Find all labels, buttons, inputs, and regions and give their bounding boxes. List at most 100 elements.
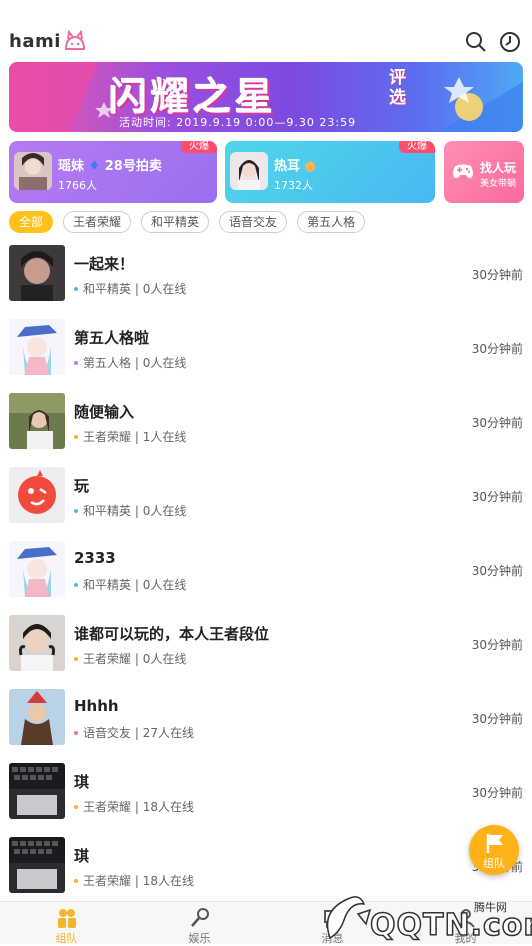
room-online: 1人在线 — [142, 430, 187, 444]
avatar — [9, 615, 65, 671]
card-label: 找人玩 — [480, 161, 517, 175]
hot-badge: 火爆 — [399, 141, 435, 153]
room-list: 一起来！ 和平精英 | 0人在线 30分钟前 第五人格啦 第五人格 | 0人在线… — [0, 244, 532, 910]
avatar — [9, 393, 65, 449]
list-item[interactable]: 一起来！ 和平精英 | 0人在线 30分钟前 — [0, 244, 532, 318]
list-item[interactable]: 2333 和平精英 | 0人在线 30分钟前 — [0, 540, 532, 614]
room-time: 30分钟前 — [471, 564, 523, 578]
clock-icon[interactable] — [499, 31, 521, 53]
game-dot — [74, 360, 78, 365]
find-player-card[interactable]: 找人玩 美女带躺 — [444, 141, 524, 203]
room-title: 琪 — [74, 847, 90, 865]
room-game: 王者荣耀 — [83, 874, 132, 888]
room-online: 0人在线 — [142, 504, 187, 518]
room-online: 0人在线 — [142, 356, 187, 370]
card-name: 热耳 — [274, 159, 301, 174]
room-meta: 王者荣耀 | 1人在线 — [74, 428, 186, 445]
avatar — [9, 245, 65, 301]
list-item[interactable]: 谁都可以玩的，本人王者段位 王者荣耀 | 0人在线 30分钟前 — [0, 614, 532, 688]
flag-icon — [486, 834, 503, 853]
game-dot — [74, 286, 78, 291]
room-meta: 和平精英 | 0人在线 — [74, 576, 186, 593]
game-dot — [74, 656, 78, 661]
game-filter-bar: 全部 王者荣耀 和平精英 语音交友 第五人格 — [9, 211, 366, 234]
game-dot — [74, 582, 78, 587]
avatar — [14, 152, 52, 190]
avatar — [230, 152, 268, 190]
game-dot — [74, 804, 78, 809]
filter-chip-voice[interactable]: 语音交友 — [219, 211, 288, 233]
tab-entertainment[interactable]: 娱乐 — [133, 902, 266, 945]
game-dot — [74, 434, 78, 439]
room-game: 语音交友 — [83, 726, 132, 740]
room-online: 0人在线 — [142, 652, 187, 666]
game-dot — [74, 730, 78, 735]
room-meta: 王者荣耀 | 0人在线 — [74, 650, 186, 667]
room-meta: 王者荣耀 | 18人在线 — [74, 798, 194, 815]
filter-chip-diwu[interactable]: 第五人格 — [297, 211, 366, 233]
list-item[interactable]: 玩 和平精英 | 0人在线 30分钟前 — [0, 466, 532, 540]
filter-chip-all[interactable]: 全部 — [9, 211, 54, 233]
room-game: 王者荣耀 — [83, 652, 132, 666]
create-team-button[interactable]: 组队 — [469, 825, 519, 875]
room-game: 和平精英 — [83, 504, 132, 518]
banner-time: 活动时间: 2019.9.19 0:00—9.30 23:59 — [119, 116, 357, 129]
app-logo: hami — [9, 30, 87, 52]
banner-title: 闪耀之星 — [109, 74, 278, 119]
avatar — [9, 541, 65, 597]
tab-team[interactable]: 组队 — [0, 902, 133, 945]
room-meta: 第五人格 | 0人在线 — [74, 354, 186, 371]
room-title: 玩 — [74, 477, 90, 495]
flame-icon: ♦ — [88, 159, 101, 174]
card-sublabel: 美女带躺 — [480, 179, 517, 189]
cat-logo-icon — [64, 30, 85, 50]
room-online: 0人在线 — [142, 578, 187, 592]
list-item[interactable]: 琪 王者荣耀 | 18人在线 30分钟前 — [0, 762, 532, 836]
room-time: 30分钟前 — [471, 490, 523, 504]
avatar — [9, 763, 65, 819]
card-title: 热耳 ● — [274, 155, 316, 174]
room-title: 第五人格啦 — [74, 329, 150, 347]
room-meta: 语音交友 | 27人在线 — [74, 724, 194, 741]
feature-card-reer[interactable]: 热耳 ● 1732人 火爆 — [225, 141, 435, 203]
top-bar: hami — [0, 0, 532, 60]
banner-subtitle: 评选 — [389, 68, 406, 108]
room-online: 18人在线 — [142, 800, 194, 814]
list-item[interactable]: Hhhh 语音交友 | 27人在线 30分钟前 — [0, 688, 532, 762]
room-time: 30分钟前 — [471, 342, 523, 356]
room-online: 27人在线 — [142, 726, 194, 740]
team-icon — [58, 909, 76, 928]
room-meta: 王者荣耀 | 18人在线 — [74, 872, 194, 889]
room-title: 随便输入 — [74, 403, 135, 421]
microphone-icon — [191, 908, 209, 927]
room-online: 0人在线 — [142, 282, 187, 296]
avatar — [9, 467, 65, 523]
room-meta: 和平精英 | 0人在线 — [74, 502, 186, 519]
avatar — [9, 837, 65, 893]
search-icon[interactable] — [465, 31, 487, 53]
filter-chip-hpjy[interactable]: 和平精英 — [141, 211, 210, 233]
filter-chip-wzry[interactable]: 王者荣耀 — [63, 211, 132, 233]
room-time: 30分钟前 — [471, 786, 523, 800]
card-tag: 28号拍卖 — [104, 159, 162, 174]
room-meta: 和平精英 | 0人在线 — [74, 280, 186, 297]
list-item[interactable]: 第五人格啦 第五人格 | 0人在线 30分钟前 — [0, 318, 532, 392]
card-count: 1766人 — [58, 179, 97, 192]
room-title: 2333 — [74, 549, 116, 567]
card-count: 1732人 — [274, 179, 313, 192]
avatar — [9, 689, 65, 745]
room-game: 和平精英 — [83, 578, 132, 592]
game-dot — [74, 878, 78, 883]
feature-card-yaomei[interactable]: 瑶妹 ♦ 28号拍卖 1766人 火爆 — [9, 141, 217, 203]
fab-label: 组队 — [483, 857, 505, 870]
dice-icon: ● — [304, 159, 316, 174]
room-time: 30分钟前 — [471, 416, 523, 430]
avatar — [9, 319, 65, 375]
game-dot — [74, 508, 78, 513]
room-time: 30分钟前 — [471, 712, 523, 726]
hot-badge: 火爆 — [181, 141, 217, 153]
event-banner[interactable]: 闪耀之星 评选 活动时间: 2019.9.19 0:00—9.30 23:59 — [9, 62, 523, 132]
card-name: 瑶妹 — [58, 159, 85, 174]
room-title: 琪 — [74, 773, 90, 791]
list-item[interactable]: 随便输入 王者荣耀 | 1人在线 30分钟前 — [0, 392, 532, 466]
